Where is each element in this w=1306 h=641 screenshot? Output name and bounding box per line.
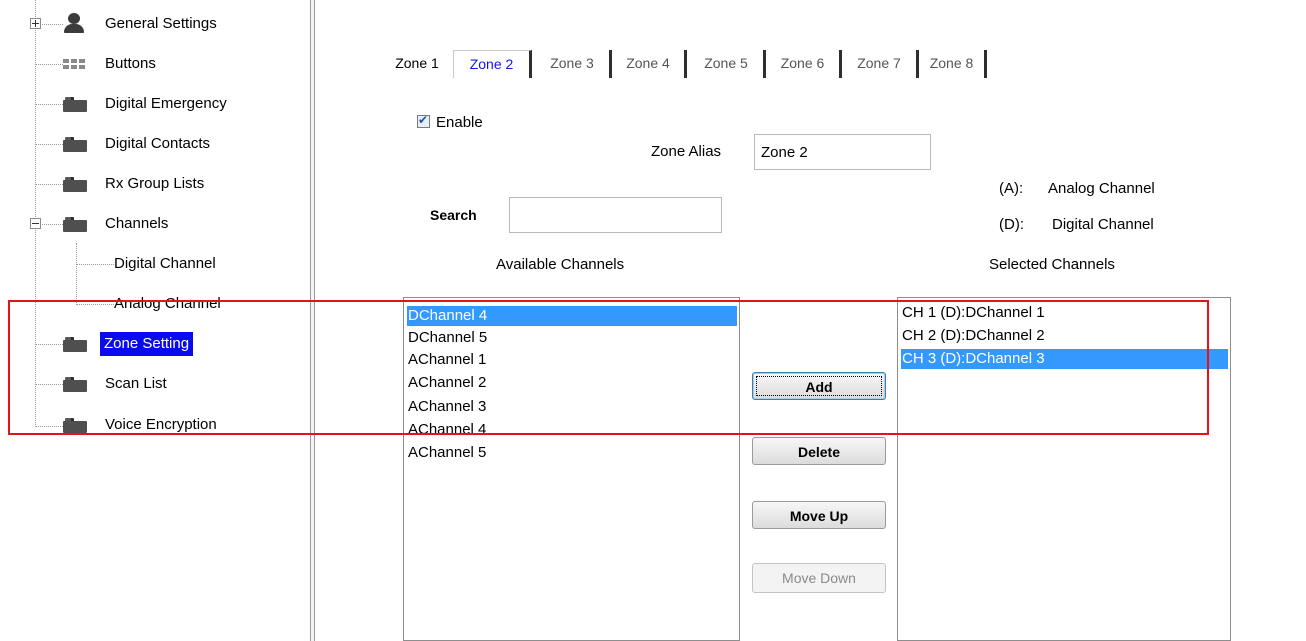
zone-alias-input[interactable]: [754, 134, 931, 170]
search-input[interactable]: [509, 197, 722, 233]
tree-connector: [76, 264, 114, 265]
tree-connector: [35, 104, 63, 105]
zone-alias-label: Zone Alias: [651, 143, 722, 160]
tab-zone-6[interactable]: Zone 6: [766, 50, 842, 78]
tab-zone-7[interactable]: Zone 7: [842, 50, 919, 78]
folder-icon: [63, 337, 87, 352]
search-label: Search: [430, 207, 477, 223]
folder-icon: [63, 217, 87, 232]
folder-icon: [63, 137, 87, 152]
legend-d-key: (D):: [999, 216, 1024, 233]
list-item[interactable]: CH 3 (D):DChannel 3: [901, 349, 1228, 369]
expand-plus-icon[interactable]: [30, 18, 41, 29]
tree-connector: [35, 384, 63, 385]
list-item[interactable]: DChannel 5: [407, 328, 487, 348]
folder-icon: [63, 377, 87, 392]
legend-a-key: (A):: [999, 180, 1024, 197]
tree-item-zone-setting[interactable]: Zone Setting: [100, 332, 194, 356]
tree-item-general-settings[interactable]: General Settings: [105, 14, 217, 34]
enable-label: Enable: [436, 114, 483, 131]
buttons-icon: [63, 59, 87, 69]
list-item[interactable]: AChannel 2: [407, 373, 486, 393]
list-item[interactable]: DChannel 4: [407, 306, 737, 326]
selected-channels-title: Selected Channels: [989, 256, 1115, 273]
tab-zone-2[interactable]: Zone 2: [453, 50, 532, 78]
navigation-tree: General Settings Buttons Digital Emergen…: [0, 0, 300, 641]
tree-connector: [76, 243, 77, 303]
tab-zone-5[interactable]: Zone 5: [689, 50, 766, 78]
selected-channels-list[interactable]: CH 1 (D):DChannel 1 CH 2 (D):DChannel 2 …: [897, 297, 1231, 641]
tree-connector: [35, 184, 63, 185]
legend-d-text: Digital Channel: [1052, 216, 1154, 233]
add-button[interactable]: Add: [752, 372, 886, 400]
available-channels-list[interactable]: DChannel 4 DChannel 5 AChannel 1 AChanne…: [403, 297, 740, 641]
tree-connector: [35, 426, 63, 427]
collapse-minus-icon[interactable]: [30, 218, 41, 229]
tab-zone-1[interactable]: Zone 1: [383, 50, 451, 78]
person-icon: [63, 13, 85, 33]
tree-item-buttons[interactable]: Buttons: [105, 54, 156, 74]
tree-item-digital-channel[interactable]: Digital Channel: [114, 254, 216, 274]
delete-button[interactable]: Delete: [752, 437, 886, 465]
tree-item-digital-emergency[interactable]: Digital Emergency: [105, 94, 227, 114]
tab-zone-3[interactable]: Zone 3: [535, 50, 612, 78]
folder-icon: [63, 418, 87, 433]
tree-item-channels[interactable]: Channels: [105, 214, 168, 234]
tree-connector: [76, 304, 114, 305]
enable-checkbox[interactable]: [417, 113, 430, 128]
available-channels-title: Available Channels: [496, 256, 625, 273]
tree-item-voice-encryption[interactable]: Voice Encryption: [105, 415, 217, 435]
tree-connector: [35, 144, 63, 145]
list-item[interactable]: AChannel 3: [407, 397, 486, 417]
move-down-button[interactable]: Move Down: [752, 563, 886, 593]
list-item[interactable]: AChannel 1: [407, 350, 486, 370]
tree-item-analog-channel[interactable]: Analog Channel: [114, 294, 221, 314]
list-item[interactable]: AChannel 5: [407, 443, 486, 463]
list-item[interactable]: CH 1 (D):DChannel 1: [901, 303, 1045, 323]
folder-icon: [63, 177, 87, 192]
tab-zone-4[interactable]: Zone 4: [612, 50, 687, 78]
tree-item-scan-list[interactable]: Scan List: [105, 374, 167, 394]
tab-zone-8[interactable]: Zone 8: [919, 50, 987, 78]
legend-a-text: Analog Channel: [1048, 180, 1155, 197]
folder-icon: [63, 97, 87, 112]
tree-connector: [35, 64, 63, 65]
tree-connector: [35, 344, 63, 345]
tree-item-rx-group-lists[interactable]: Rx Group Lists: [105, 174, 204, 194]
list-item[interactable]: CH 2 (D):DChannel 2: [901, 326, 1045, 346]
tree-item-digital-contacts[interactable]: Digital Contacts: [105, 134, 210, 154]
panel-splitter[interactable]: [310, 0, 315, 641]
list-item[interactable]: AChannel 4: [407, 420, 486, 440]
move-up-button[interactable]: Move Up: [752, 501, 886, 529]
